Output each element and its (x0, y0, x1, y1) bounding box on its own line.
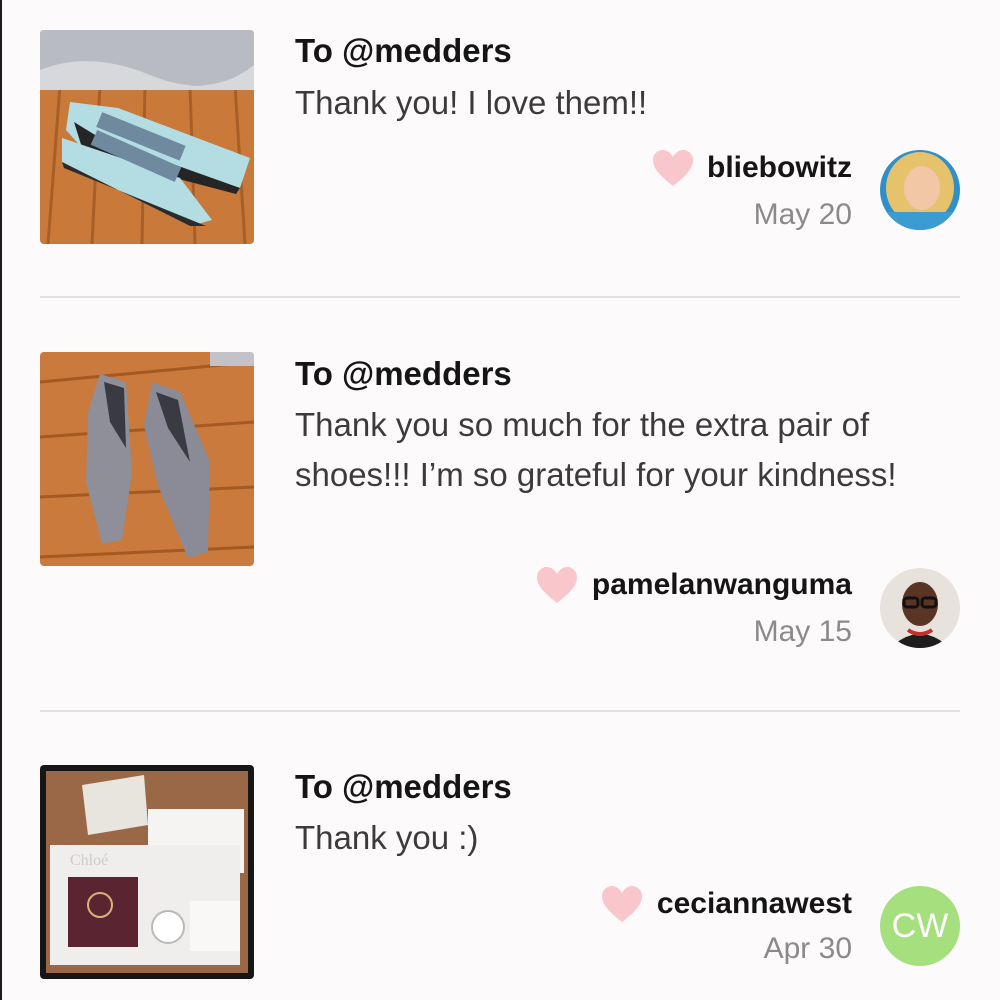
initials-avatar[interactable]: CW (880, 886, 960, 966)
gray-suede-flats-photo[interactable] (40, 352, 254, 566)
note-message: Thank you so much for the extra pair of … (295, 406, 897, 493)
blonde-user-avatar[interactable] (880, 150, 960, 230)
note-signature: bliebowitz (651, 148, 852, 188)
light-blue-loafers-photo[interactable] (40, 30, 254, 244)
note-recipient: To @medders (295, 355, 512, 392)
user-with-glasses-avatar[interactable] (880, 568, 960, 648)
note-recipient: To @medders (295, 768, 512, 805)
heart-icon[interactable] (600, 884, 644, 924)
username-link[interactable]: pamelanwanguma (592, 568, 852, 601)
username-link[interactable]: ceciannawest (657, 887, 852, 920)
photo-brand-text: Chloé (70, 852, 108, 869)
username-link[interactable]: bliebowitz (707, 151, 852, 184)
heart-icon[interactable] (651, 148, 695, 188)
note-date: May 20 (753, 198, 852, 231)
heart-icon[interactable] (535, 565, 579, 605)
note-signature: pamelanwanguma (535, 565, 852, 605)
note-signature: ceciannawest (600, 884, 852, 924)
divider (40, 710, 960, 712)
note-message: Thank you! I love them!! (295, 84, 648, 121)
chloe-wallet-box-photo[interactable]: Chloé (40, 765, 254, 979)
note-recipient: To @medders (295, 32, 512, 69)
note-date: May 15 (753, 615, 852, 648)
left-edge-rule (0, 0, 2, 1000)
note-date: Apr 30 (763, 932, 852, 965)
note-message: Thank you :) (295, 819, 479, 856)
divider (40, 296, 960, 298)
